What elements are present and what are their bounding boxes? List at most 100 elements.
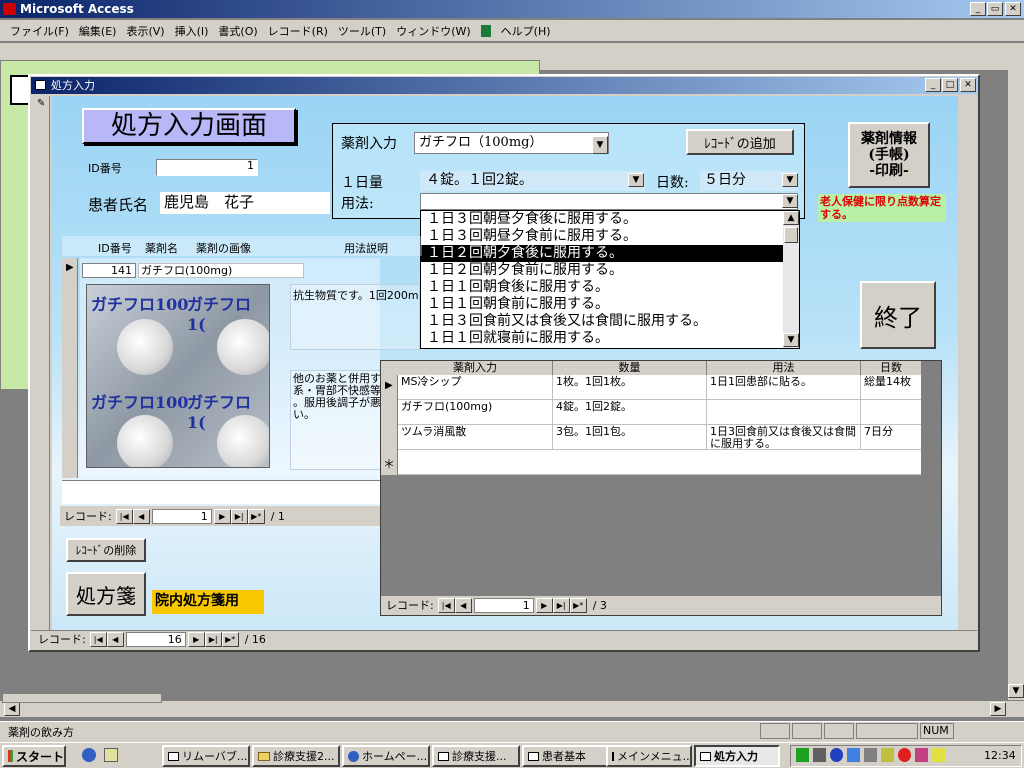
app-minimize-button[interactable]: _ xyxy=(970,2,986,16)
menu-tools[interactable]: ツール(T) xyxy=(338,23,386,39)
menu-file[interactable]: ファイル(F) xyxy=(10,23,69,39)
usage-combo[interactable] xyxy=(420,193,798,210)
taskbar-item[interactable]: ホームペー... xyxy=(342,745,430,767)
main-next-record-button[interactable]: ▶ xyxy=(187,631,205,647)
id-field[interactable]: 1 xyxy=(156,159,258,176)
taskbar-item[interactable]: 診療支援... xyxy=(432,745,520,767)
taskbar-item[interactable]: メインメニュ... xyxy=(606,745,692,767)
grid-cell-drug[interactable]: ガチフロ(100mg) xyxy=(398,400,553,425)
menu-format[interactable]: 書式(O) xyxy=(218,23,257,39)
menu-records[interactable]: レコード(R) xyxy=(268,23,328,39)
usage-option[interactable]: １日１回就寝前に服用する。 xyxy=(421,330,799,347)
taskbar-item-active[interactable]: 処方入力 xyxy=(694,745,780,767)
main-last-record-button[interactable]: ▶| xyxy=(204,631,222,647)
usage-option[interactable]: １日３回食前又は食後又は食間に服用する。 xyxy=(421,313,799,330)
grid-cell-qty[interactable]: 3包。1回1包。 xyxy=(553,425,707,450)
drug-entry-dropdown-arrow[interactable]: ▼ xyxy=(592,136,608,154)
tray-icons[interactable] xyxy=(796,748,945,762)
grid-cell-days[interactable] xyxy=(861,400,921,425)
taskbar-item[interactable]: リムーバブ... xyxy=(162,745,250,767)
quicklaunch-ie-icon[interactable] xyxy=(82,748,96,762)
form-maximize-button[interactable]: □ xyxy=(942,78,958,92)
grid-cell-usage[interactable]: 1日3回食前又は食後又は食間に服用する。 xyxy=(707,425,861,450)
tray-icon[interactable] xyxy=(915,748,928,762)
usage-option[interactable]: １日１回朝食後に服用する。 xyxy=(421,279,799,296)
grid-cell-qty[interactable]: 4錠。1回2錠。 xyxy=(553,400,707,425)
prescription-button[interactable]: 処方箋 xyxy=(66,572,146,616)
grid-header-drug[interactable]: 薬剤入力 xyxy=(398,361,553,375)
menu-edit[interactable]: 編集(E) xyxy=(79,23,117,39)
tray-icon[interactable] xyxy=(864,748,877,762)
prev-record-button[interactable]: ◀ xyxy=(132,508,150,524)
usage-list-scroll-down[interactable]: ▼ xyxy=(783,333,799,347)
first-record-button[interactable]: |◀ xyxy=(115,508,133,524)
grid-record-number[interactable]: 1 xyxy=(473,597,534,613)
grid-cell-days[interactable]: 総量14枚 xyxy=(861,375,921,400)
grid-cell-usage[interactable]: 1日1回患部に貼る。 xyxy=(707,375,861,400)
main-new-record-button[interactable]: ▶* xyxy=(221,631,239,647)
menu-view[interactable]: 表示(V) xyxy=(126,23,164,39)
patient-name-field[interactable]: 鹿児島 花子 xyxy=(160,192,330,214)
usage-list-scroll-up[interactable]: ▲ xyxy=(783,211,799,225)
subform-record-number[interactable]: 1 xyxy=(151,508,212,524)
grid-cell-days[interactable]: 7日分 xyxy=(861,425,921,450)
usage-list-scroll-thumb[interactable] xyxy=(784,227,798,243)
scroll-left-arrow[interactable]: ◀ xyxy=(4,702,20,716)
main-prev-record-button[interactable]: ◀ xyxy=(106,631,124,647)
dose-combo[interactable]: ４錠。１回2錠。 xyxy=(420,171,645,191)
add-record-button[interactable]: ﾚｺｰﾄﾞの追加 xyxy=(686,129,794,155)
form-minimize-button[interactable]: _ xyxy=(925,78,941,92)
main-record-number[interactable]: 16 xyxy=(125,631,186,647)
tray-icon[interactable] xyxy=(847,748,860,762)
last-record-button[interactable]: ▶| xyxy=(230,508,248,524)
grid-cell-qty[interactable]: 1枚。1回1枚。 xyxy=(553,375,707,400)
quicklaunch-desktop-icon[interactable] xyxy=(104,748,118,762)
tray-icon[interactable] xyxy=(881,748,894,762)
drug-entry-combo[interactable]: ガチフロ（100mg） xyxy=(414,132,609,154)
minimized-window[interactable] xyxy=(2,693,162,703)
tray-icon[interactable] xyxy=(932,748,945,762)
new-record-button[interactable]: ▶* xyxy=(247,508,265,524)
grid-first-record-button[interactable]: |◀ xyxy=(437,597,455,613)
grid-header-usage[interactable]: 用法 xyxy=(707,361,861,375)
mdi-vertical-scrollbar[interactable] xyxy=(1008,44,1024,700)
grid-header-qty[interactable]: 数量 xyxy=(553,361,707,375)
days-dropdown-arrow[interactable]: ▼ xyxy=(782,173,798,187)
menu-help[interactable]: ヘルプ(H) xyxy=(501,23,551,39)
tray-icon[interactable] xyxy=(796,748,809,762)
grid-new-row[interactable] xyxy=(398,450,921,475)
scroll-right-arrow[interactable]: ▶ xyxy=(990,702,1006,716)
next-record-button[interactable]: ▶ xyxy=(213,508,231,524)
usage-option[interactable]: １日２回朝夕食前に服用する。 xyxy=(421,262,799,279)
usage-option[interactable]: １日１回朝食前に服用する。 xyxy=(421,296,799,313)
usage-option[interactable]: １日３回朝昼夕食後に服用する。 xyxy=(421,211,799,228)
taskbar-item[interactable]: 診療支援2... xyxy=(252,745,340,767)
app-close-button[interactable]: ✕ xyxy=(1005,2,1021,16)
usage-option-selected[interactable]: １日２回朝夕食後に服用する。 xyxy=(421,245,799,262)
taskbar-item[interactable]: 患者基本 xyxy=(522,745,610,767)
grid-cell-drug[interactable]: ツムラ消風散 xyxy=(398,425,553,450)
record-drug-name-field[interactable]: ガチフロ(100mg) xyxy=(138,263,304,278)
grid-last-record-button[interactable]: ▶| xyxy=(552,597,570,613)
grid-cell-usage[interactable] xyxy=(707,400,861,425)
delete-record-button[interactable]: ﾚｺｰﾄﾞの削除 xyxy=(66,538,146,562)
main-first-record-button[interactable]: |◀ xyxy=(89,631,107,647)
app-restore-button[interactable]: ▭ xyxy=(987,2,1003,16)
menu-window[interactable]: ウィンドウ(W) xyxy=(396,23,470,39)
menu-insert[interactable]: 挿入(I) xyxy=(175,23,209,39)
grid-prev-record-button[interactable]: ◀ xyxy=(454,597,472,613)
usage-dropdown-list[interactable]: １日３回朝昼夕食後に服用する。 １日３回朝昼夕食前に服用する。 １日２回朝夕食後… xyxy=(420,210,800,349)
volume-icon[interactable] xyxy=(813,748,826,762)
usage-dropdown-arrow[interactable]: ▼ xyxy=(782,194,798,208)
start-button[interactable]: スタート xyxy=(2,745,66,767)
form-close-button[interactable]: ✕ xyxy=(960,78,976,92)
usage-option[interactable]: １日３回朝昼夕食前に服用する。 xyxy=(421,228,799,245)
record-id-field[interactable]: 141 xyxy=(82,263,136,278)
grid-header-days[interactable]: 日数 xyxy=(861,361,921,375)
tray-icon[interactable] xyxy=(898,748,911,762)
end-button[interactable]: 終了 xyxy=(860,281,936,349)
grid-cell-drug[interactable]: MS冷シップ xyxy=(398,375,553,400)
tray-icon[interactable] xyxy=(830,748,843,762)
grid-next-record-button[interactable]: ▶ xyxy=(535,597,553,613)
dose-dropdown-arrow[interactable]: ▼ xyxy=(628,173,644,187)
